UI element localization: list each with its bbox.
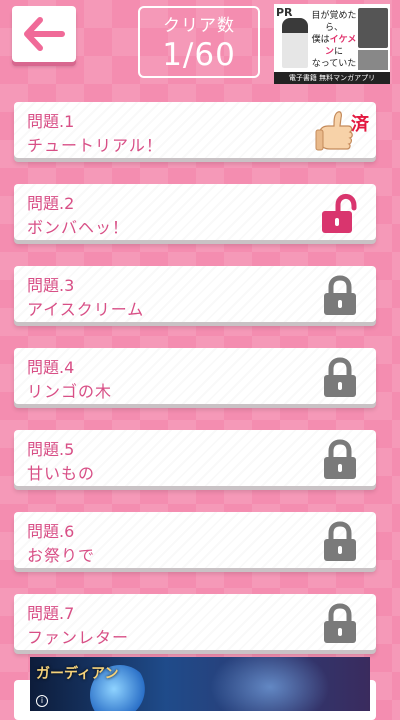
question-item-7[interactable]: 問題.7 ファンレター xyxy=(14,594,376,650)
ad-figure-image xyxy=(282,18,308,68)
question-number: 問題.2 xyxy=(27,194,75,213)
ad-background-image xyxy=(210,657,330,711)
question-item-2[interactable]: 問題.2 ボンバヘッ！ xyxy=(14,184,376,240)
question-number: 問題.5 xyxy=(27,440,75,459)
question-list: 問題.1 チュートリアル！ 済 問題.2 ボンバヘッ！ 問題.3 アイスクリーム… xyxy=(14,102,376,676)
question-number: 問題.4 xyxy=(27,358,75,377)
back-arrow-icon xyxy=(24,17,65,51)
ad-line-1: 目が覚めたら、 xyxy=(311,11,357,33)
done-badge: 済 xyxy=(351,113,370,135)
question-title: ファンレター xyxy=(27,628,130,647)
header: クリア数 1/60 PR 目が覚めたら、 僕はイケメンに なっていた 電子書籍 … xyxy=(0,0,400,90)
ad-text: 目が覚めたら、 僕はイケメンに なっていた xyxy=(310,10,358,70)
ad-panel-image xyxy=(358,50,388,70)
question-number: 問題.1 xyxy=(27,112,75,131)
bottom-ad-title: ガーディアン xyxy=(36,666,119,682)
clear-count-label: クリア数 xyxy=(163,16,235,36)
ad-line-3: なっていた xyxy=(311,59,357,69)
clear-count-value: 1/60 xyxy=(162,37,236,73)
question-title: アイスクリーム xyxy=(27,300,145,319)
question-title: チュートリアル！ xyxy=(27,136,163,155)
ad-info-icon[interactable]: i xyxy=(36,695,48,707)
ad-line-2: 僕はイケメンに xyxy=(311,35,357,57)
question-number: 問題.6 xyxy=(27,522,75,541)
question-title: リンゴの木 xyxy=(27,382,113,401)
thumbs-up-icon: 済 xyxy=(315,111,370,151)
question-item-1[interactable]: 問題.1 チュートリアル！ 済 xyxy=(14,102,376,158)
question-title: お祭りで xyxy=(27,546,96,565)
padlock-icon xyxy=(324,357,356,397)
question-item-6[interactable]: 問題.6 お祭りで xyxy=(14,512,376,568)
question-title: ボンバヘッ！ xyxy=(27,218,130,237)
question-number: 問題.7 xyxy=(27,604,75,623)
top-ad-banner[interactable]: PR 目が覚めたら、 僕はイケメンに なっていた 電子書籍 無料マンガアプリ xyxy=(274,4,390,84)
ad-panel-image xyxy=(358,8,388,48)
padlock-icon xyxy=(324,439,356,479)
ad-footer: 電子書籍 無料マンガアプリ xyxy=(274,72,390,84)
padlock-icon xyxy=(324,603,356,643)
question-item-5[interactable]: 問題.5 甘いもの xyxy=(14,430,376,486)
padlock-icon xyxy=(324,275,356,315)
question-title: 甘いもの xyxy=(27,464,96,483)
padlock-icon xyxy=(324,521,356,561)
unlocked-padlock-icon xyxy=(322,193,357,233)
question-number: 問題.3 xyxy=(27,276,75,295)
clear-count-box: クリア数 1/60 xyxy=(138,6,260,78)
bottom-ad-banner[interactable]: ガーディアン i xyxy=(30,657,370,711)
back-button[interactable] xyxy=(12,6,76,62)
question-item-4[interactable]: 問題.4 リンゴの木 xyxy=(14,348,376,404)
question-item-3[interactable]: 問題.3 アイスクリーム xyxy=(14,266,376,322)
